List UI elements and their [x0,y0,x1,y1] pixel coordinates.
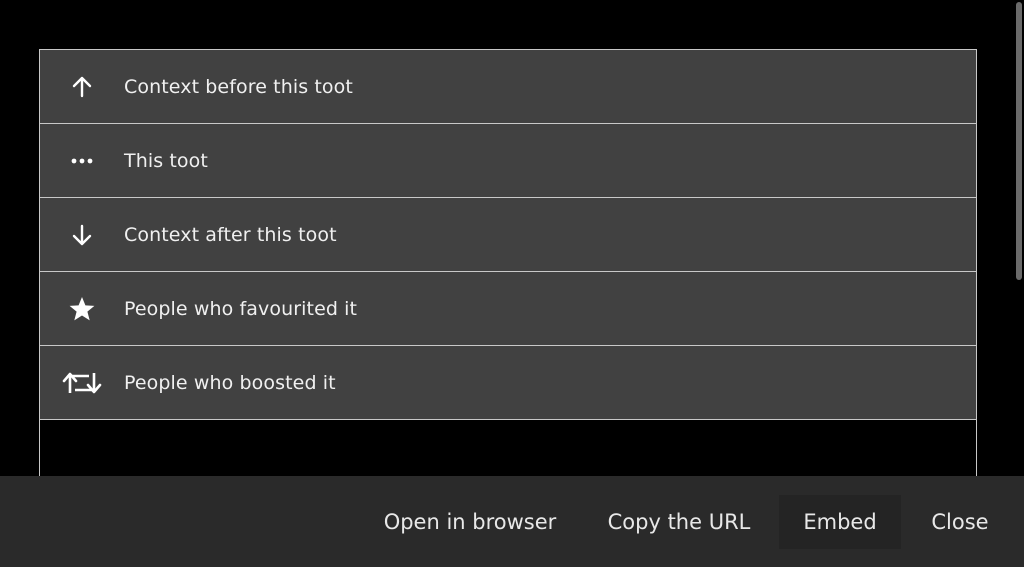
star-icon [40,272,124,345]
scrollbar[interactable] [1014,0,1024,476]
copy-url-button[interactable]: Copy the URL [594,495,764,549]
menu-item-label: This toot [124,149,208,172]
menu-item-favourited[interactable]: People who favourited it [40,272,976,346]
menu-item-context-after[interactable]: Context after this toot [40,198,976,272]
embed-button[interactable]: Embed [779,495,901,549]
dialog-footer: Open in browser Copy the URL Embed Close [0,476,1024,567]
toot-options-menu: Context before this toot This toot Conte… [39,49,977,490]
boost-icon [40,346,124,419]
menu-item-label: People who boosted it [124,371,336,394]
toot-context-dialog: Context before this toot This toot Conte… [0,0,1024,567]
arrow-up-icon [40,50,124,123]
menu-item-label: Context before this toot [124,75,353,98]
menu-item-context-before[interactable]: Context before this toot [40,50,976,124]
menu-item-this-toot[interactable]: This toot [40,124,976,198]
more-dots-icon [40,124,124,197]
open-in-browser-button[interactable]: Open in browser [370,495,570,549]
menu-item-label: People who favourited it [124,297,358,320]
scrollbar-thumb[interactable] [1016,2,1022,280]
close-button[interactable]: Close [917,495,1003,549]
arrow-down-icon [40,198,124,271]
menu-item-boosted[interactable]: People who boosted it [40,346,976,420]
menu-item-label: Context after this toot [124,223,337,246]
